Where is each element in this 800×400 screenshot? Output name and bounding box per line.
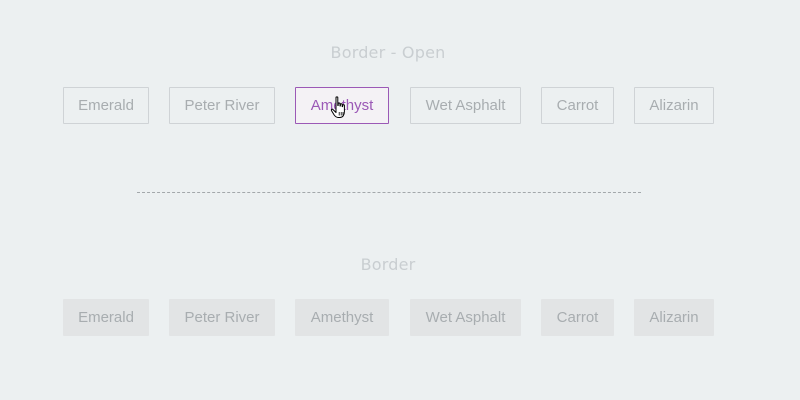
section-divider <box>137 192 641 193</box>
alizarin-open-button[interactable]: Alizarin <box>634 87 714 124</box>
carrot-button[interactable]: Carrot <box>541 299 614 336</box>
section-title-border-open: Border - Open <box>330 43 446 62</box>
peter-river-button[interactable]: Peter River <box>169 299 275 336</box>
carrot-open-button[interactable]: Carrot <box>541 87 614 124</box>
amethyst-open-button[interactable]: Amethyst <box>295 87 389 124</box>
wet-asphalt-open-button[interactable]: Wet Asphalt <box>410 87 521 124</box>
section-title-border: Border <box>360 255 416 274</box>
emerald-open-button[interactable]: Emerald <box>63 87 149 124</box>
alizarin-button[interactable]: Alizarin <box>634 299 714 336</box>
amethyst-button[interactable]: Amethyst <box>295 299 389 336</box>
wet-asphalt-button[interactable]: Wet Asphalt <box>410 299 521 336</box>
emerald-button[interactable]: Emerald <box>63 299 149 336</box>
peter-river-open-button[interactable]: Peter River <box>169 87 275 124</box>
